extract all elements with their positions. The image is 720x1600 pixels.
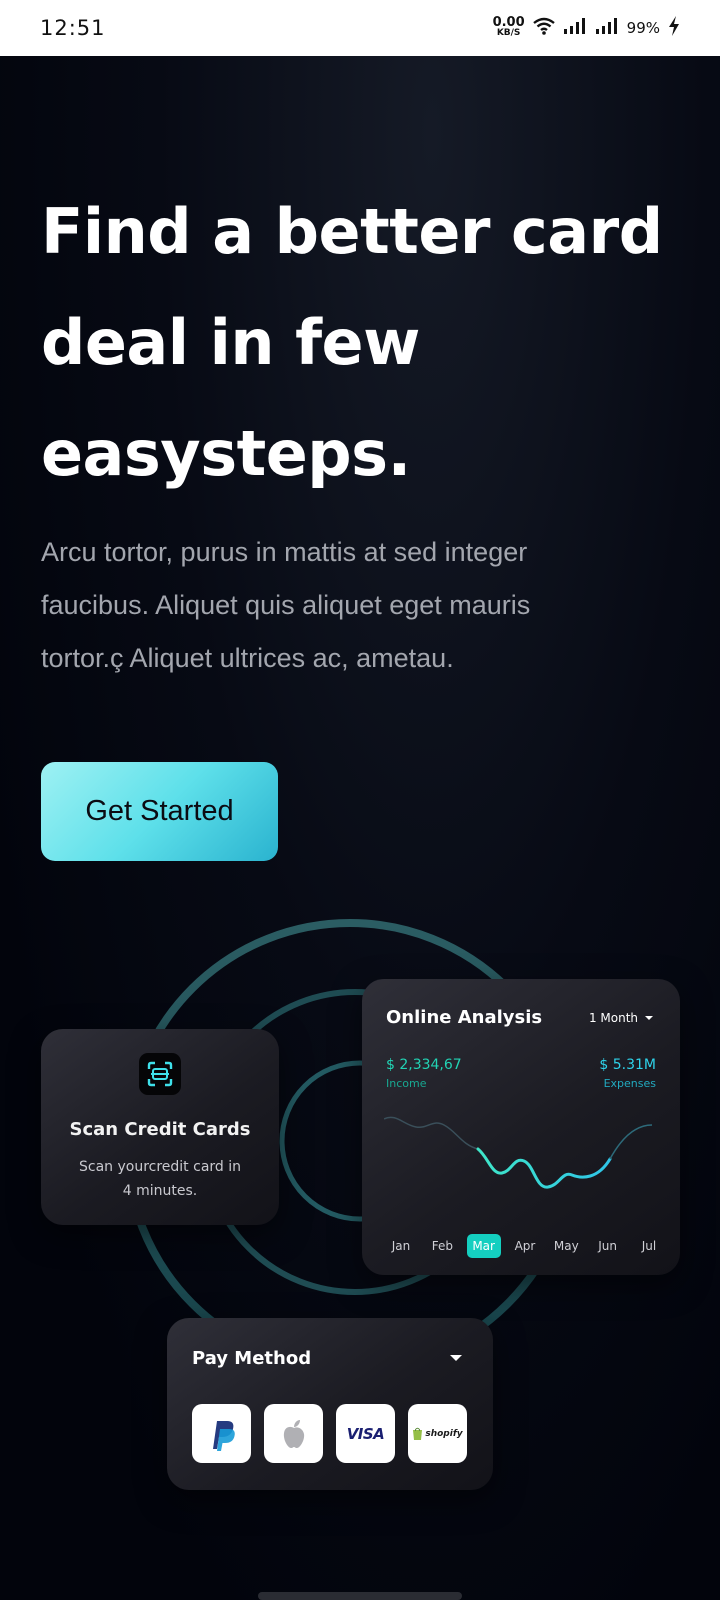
chevron-down-icon[interactable] bbox=[449, 1354, 463, 1362]
month-mar[interactable]: Mar bbox=[466, 1234, 501, 1258]
scan-card-title: Scan Credit Cards bbox=[69, 1119, 251, 1140]
battery-level: 99% bbox=[626, 19, 660, 37]
chart-line-tail bbox=[609, 1124, 653, 1160]
network-speed: 0.00 KB/S bbox=[492, 15, 525, 38]
scan-card-subtitle-line: 4 minutes. bbox=[122, 1183, 198, 1199]
expenses-value: $ 5.31M bbox=[599, 1057, 656, 1073]
pay-method-card: Pay Method VISA shopify bbox=[167, 1318, 493, 1490]
visa-option[interactable]: VISA bbox=[336, 1404, 395, 1463]
month-apr[interactable]: Apr bbox=[508, 1234, 542, 1258]
pay-methods-row: VISA shopify bbox=[192, 1404, 467, 1463]
analysis-line-chart bbox=[384, 1116, 653, 1189]
apple-pay-option[interactable] bbox=[264, 1404, 323, 1463]
period-dropdown[interactable]: 1 Month bbox=[589, 1011, 654, 1025]
get-started-button[interactable]: Get Started bbox=[41, 762, 278, 861]
status-time: 12:51 bbox=[40, 16, 106, 40]
hero-title: Find a better card deal in few easysteps… bbox=[41, 176, 681, 509]
expenses-label: Expenses bbox=[603, 1077, 656, 1090]
shopify-logo: shopify bbox=[412, 1427, 463, 1440]
income-value: $ 2,334,67 bbox=[386, 1057, 462, 1073]
visa-logo: VISA bbox=[346, 1424, 385, 1443]
month-jun[interactable]: Jun bbox=[591, 1234, 625, 1258]
scan-credit-cards-card[interactable]: Scan Credit Cards Scan yourcredit card i… bbox=[41, 1029, 279, 1225]
onboarding-screen: Find a better card deal in few easysteps… bbox=[0, 56, 720, 1600]
hero-title-line: Find a better card bbox=[41, 195, 663, 268]
signal-icon bbox=[563, 17, 587, 39]
month-jan[interactable]: Jan bbox=[384, 1234, 418, 1258]
network-speed-value: 0.00 bbox=[492, 15, 525, 30]
shopify-bag-icon bbox=[413, 1427, 423, 1440]
signal-icon-2 bbox=[595, 17, 619, 39]
hero-subtitle-line: faucibus. Aliquet quis aliquet eget maur… bbox=[41, 590, 531, 620]
pay-method-title: Pay Method bbox=[192, 1348, 312, 1369]
analysis-title: Online Analysis bbox=[386, 1007, 543, 1028]
status-icons: 0.00 KB/S 99% bbox=[492, 15, 680, 41]
scan-card-subtitle: Scan yourcredit card in 4 minutes. bbox=[61, 1155, 259, 1203]
paypal-icon bbox=[212, 1420, 235, 1451]
hero-subtitle-line: tortor.ç Aliquet ultrices ac, ametau. bbox=[41, 643, 454, 673]
hero-title-line: deal in few bbox=[41, 306, 420, 379]
month-jul[interactable]: Jul bbox=[632, 1234, 666, 1258]
chevron-down-icon bbox=[645, 1016, 653, 1020]
online-analysis-card: Online Analysis 1 Month $ 2,334,67 Incom… bbox=[362, 979, 680, 1275]
shopify-option[interactable]: shopify bbox=[408, 1404, 467, 1463]
income-label: Income bbox=[386, 1077, 427, 1090]
apple-icon bbox=[283, 1419, 304, 1448]
chart-line-muted bbox=[384, 1116, 479, 1150]
home-indicator[interactable] bbox=[258, 1592, 462, 1600]
scan-icon bbox=[139, 1053, 181, 1095]
hero-subtitle: Arcu tortor, purus in mattis at sed inte… bbox=[41, 526, 681, 685]
scan-card-subtitle-line: Scan yourcredit card in bbox=[78, 1159, 242, 1175]
hero-title-line: easysteps. bbox=[41, 417, 411, 490]
shopify-text: shopify bbox=[425, 1428, 463, 1439]
network-speed-unit: KB/S bbox=[496, 28, 521, 38]
month-may[interactable]: May bbox=[549, 1234, 583, 1258]
month-selector: Jan Feb Mar Apr May Jun Jul bbox=[384, 1233, 666, 1259]
period-label: 1 Month bbox=[588, 1011, 638, 1025]
month-feb[interactable]: Feb bbox=[425, 1234, 459, 1258]
charging-icon bbox=[668, 15, 680, 41]
chart-line-highlight bbox=[476, 1147, 612, 1189]
hero-subtitle-line: Arcu tortor, purus in mattis at sed inte… bbox=[41, 537, 528, 567]
status-bar: 12:51 0.00 KB/S 99% bbox=[0, 0, 720, 56]
paypal-option[interactable] bbox=[192, 1404, 251, 1463]
wifi-icon bbox=[532, 17, 555, 40]
